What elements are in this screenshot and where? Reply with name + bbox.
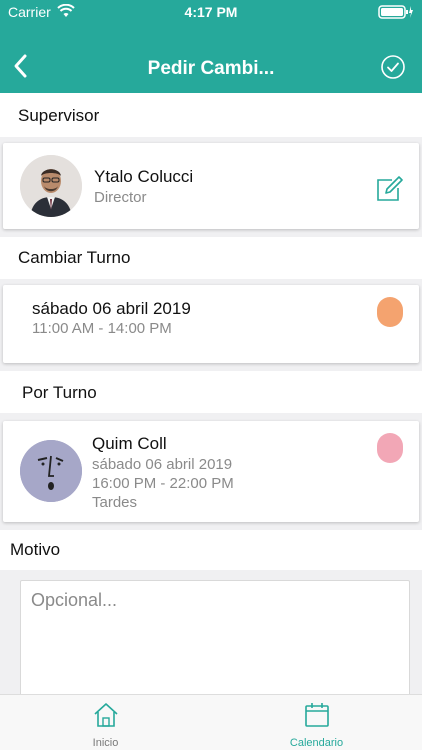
edit-icon <box>377 176 403 201</box>
coworker-shift-date: sábado 06 abril 2019 <box>92 456 233 473</box>
shift-color-indicator <box>377 297 403 327</box>
supervisor-avatar <box>20 155 82 217</box>
shift-color-indicator <box>377 433 403 463</box>
por-turno-section-header: Por Turno <box>0 371 422 413</box>
coworker-avatar <box>20 440 82 502</box>
tab-inicio-label: Inicio <box>92 737 119 749</box>
tab-calendario[interactable]: Calendario <box>211 695 422 750</box>
tab-inicio[interactable]: Inicio <box>0 695 211 750</box>
motivo-textarea[interactable]: Opcional... <box>20 580 410 698</box>
home-icon <box>92 701 120 729</box>
cambiar-turno-section-header: Cambiar Turno <box>0 237 422 279</box>
calendar-icon <box>303 701 331 729</box>
supervisor-card[interactable]: Ytalo Colucci Director <box>3 143 419 229</box>
battery-icon <box>378 5 414 22</box>
por-turno-section-label: Por Turno <box>22 383 97 402</box>
confirm-button[interactable] <box>380 54 406 80</box>
motivo-section-label: Motivo <box>10 540 61 559</box>
supervisor-section-header: Supervisor <box>0 93 422 137</box>
tab-calendario-label: Calendario <box>289 737 344 749</box>
cambiar-turno-card[interactable]: sábado 06 abril 2019 11:00 AM - 14:00 PM <box>3 285 419 363</box>
supervisor-section-label: Supervisor <box>18 106 100 125</box>
tab-bar: Inicio Calendario <box>0 694 422 750</box>
edit-supervisor-button[interactable] <box>375 175 403 203</box>
coworker-name: Quim Coll <box>92 434 167 453</box>
status-bar: Carrier 4:17 PM <box>0 0 422 24</box>
cambiar-turno-section-label: Cambiar Turno <box>18 248 131 267</box>
app-header: Carrier 4:17 PM Pedir Cambi... <box>0 0 422 93</box>
coworker-shift-name: Tardes <box>92 494 138 511</box>
supervisor-name: Ytalo Colucci <box>94 167 194 186</box>
page-title: Pedir Cambi... <box>147 58 275 79</box>
cambiar-turno-date: sábado 06 abril 2019 <box>32 299 191 318</box>
motivo-placeholder: Opcional... <box>31 590 118 610</box>
cambiar-turno-time: 11:00 AM - 14:00 PM <box>32 320 172 337</box>
motivo-section-header: Motivo <box>0 530 422 570</box>
por-turno-card[interactable]: Quim Coll sábado 06 abril 2019 16:00 PM … <box>3 421 419 522</box>
check-circle-icon <box>381 55 405 79</box>
supervisor-role: Director <box>94 189 147 206</box>
coworker-shift-time: 16:00 PM - 22:00 PM <box>92 475 234 492</box>
clock-label: 4:17 PM <box>184 4 238 20</box>
